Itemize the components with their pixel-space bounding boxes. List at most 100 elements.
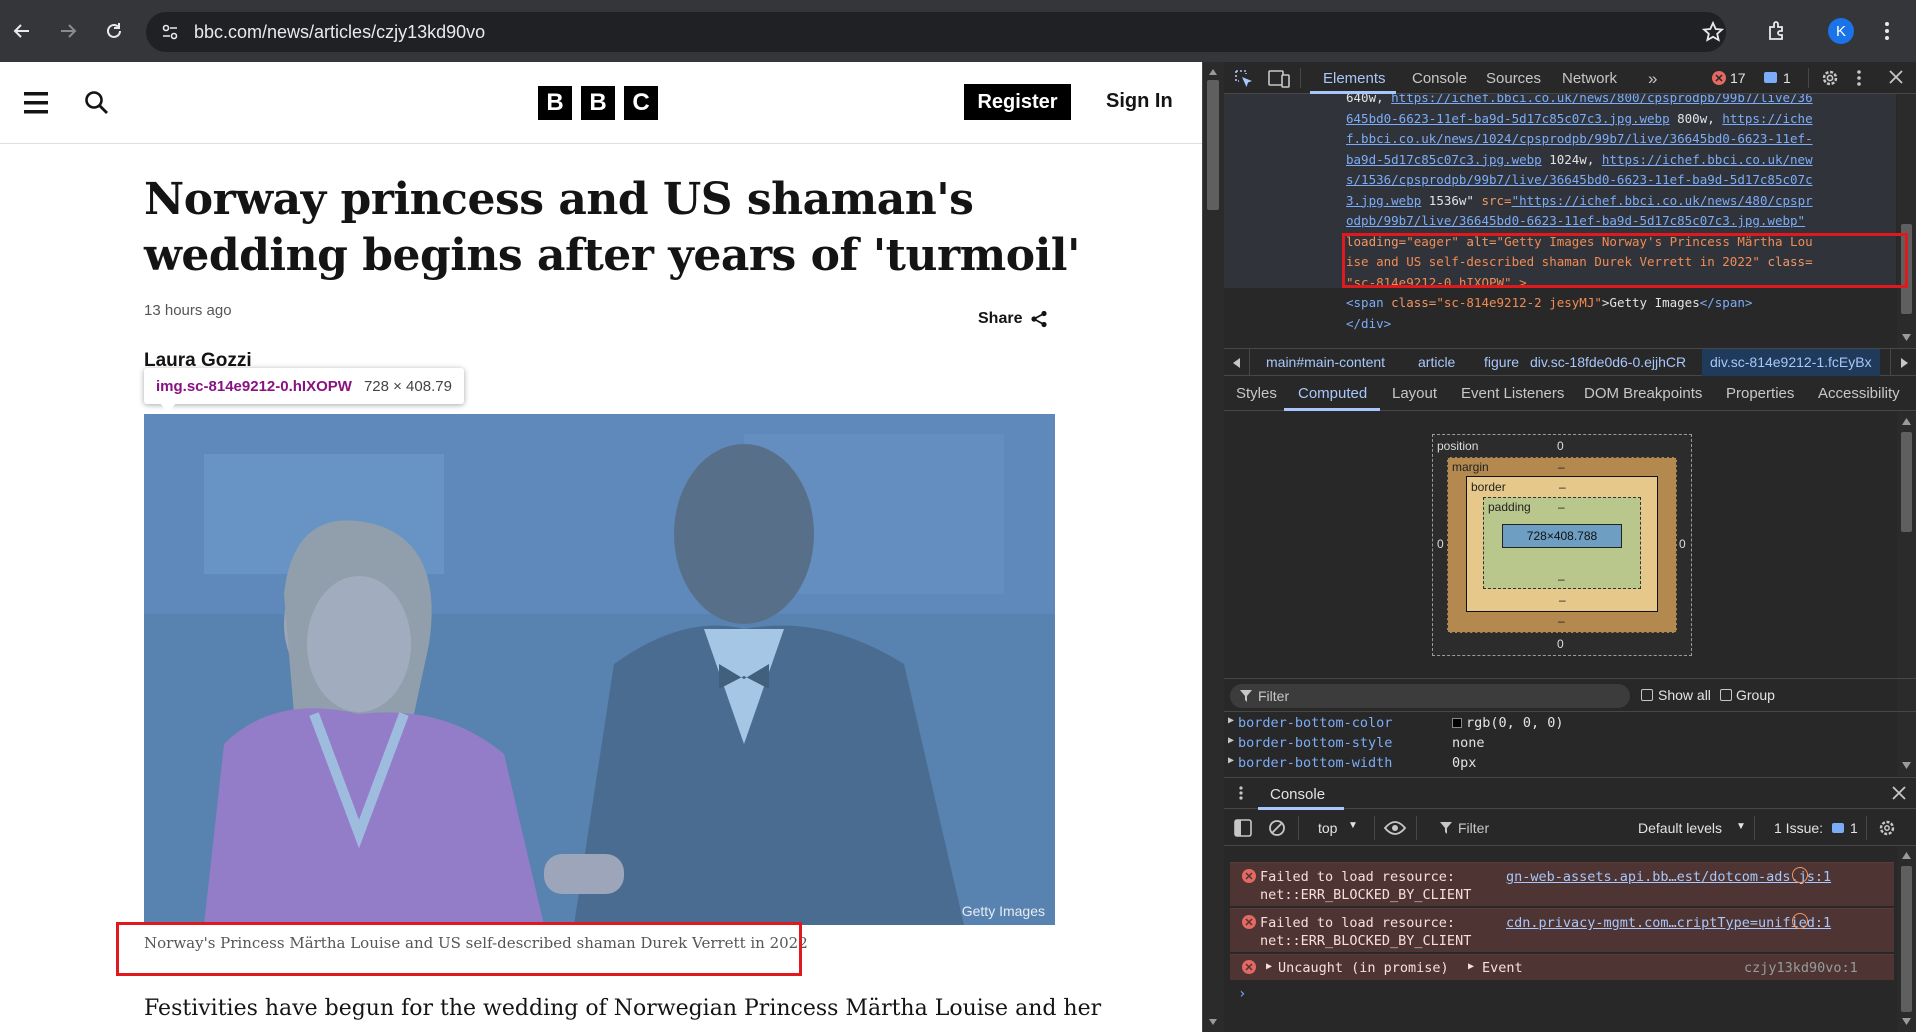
dom-source-line[interactable]: 3.jpg.webp 1536w" src="https://ichef.bbc… (1346, 191, 1813, 212)
dom-source-line[interactable]: s/1536/cpsprodpb/99b7/live/36645bd0-6623… (1346, 170, 1813, 191)
more-tabs-icon[interactable]: » (1648, 69, 1657, 89)
expand-arrow-icon[interactable]: ▶ (1228, 755, 1234, 766)
message-count-icon[interactable] (1764, 72, 1777, 83)
console-scroll-thumb[interactable] (1901, 866, 1912, 1012)
breadcrumb-item[interactable]: div.sc-18fde0d6-0.ejjhCR (1530, 354, 1686, 370)
network-request-icon[interactable] (1792, 867, 1808, 883)
dom-source-line[interactable]: 645bd0-6623-11ef-ba9d-5d17c85c07c3.jpg.w… (1346, 109, 1813, 130)
close-devtools-icon[interactable] (1888, 69, 1904, 85)
device-toolbar-icon[interactable] (1268, 69, 1290, 89)
tab-elements[interactable]: Elements (1323, 70, 1386, 87)
console-filter-input[interactable]: Filter (1458, 820, 1489, 836)
bbc-logo-b1[interactable]: B (538, 86, 572, 120)
settings-gear-icon[interactable] (1820, 68, 1840, 88)
inspect-element-icon[interactable] (1234, 69, 1254, 89)
address-bar[interactable]: bbc.com/news/articles/czjy13kd90vo (146, 12, 1726, 52)
register-button[interactable]: Register (964, 84, 1071, 120)
error-count[interactable]: 17 (1730, 70, 1746, 86)
computed-filter-input[interactable]: Filter (1230, 684, 1630, 708)
page-scroll-thumb[interactable] (1207, 80, 1219, 210)
clear-console-icon[interactable] (1268, 819, 1286, 837)
url-text[interactable]: bbc.com/news/articles/czjy13kd90vo (194, 22, 485, 43)
computed-scroll-thumb[interactable] (1901, 432, 1912, 532)
context-selector[interactable]: top (1318, 820, 1337, 836)
tab-sources[interactable]: Sources (1486, 70, 1541, 87)
console-drawer-tab[interactable]: Console (1270, 786, 1325, 803)
scroll-down-icon[interactable] (1902, 1018, 1911, 1025)
breadcrumb-left-icon[interactable] (1224, 349, 1250, 376)
browser-menu-icon[interactable] (1884, 20, 1890, 42)
expand-arrow-icon[interactable]: ▶ (1468, 961, 1474, 972)
subtab-accessibility[interactable]: Accessibility (1818, 385, 1900, 402)
profile-avatar[interactable]: K (1828, 18, 1854, 44)
expand-arrow-icon[interactable]: ▶ (1266, 961, 1272, 972)
box-content[interactable]: 728×408.788 (1502, 524, 1622, 548)
color-swatch[interactable] (1452, 718, 1462, 728)
page-scrollbar[interactable] (1202, 62, 1224, 1032)
back-icon[interactable] (4, 13, 40, 49)
console-input[interactable] (1254, 982, 1894, 1006)
sign-in-link[interactable]: Sign In (1106, 90, 1173, 113)
bbc-logo-c[interactable]: C (624, 86, 658, 120)
bbc-logo-b2[interactable]: B (581, 86, 615, 120)
dropdown-arrow-icon[interactable]: ▼ (1348, 820, 1358, 831)
issues-count[interactable]: 1 (1850, 820, 1858, 836)
forward-icon[interactable] (50, 13, 86, 49)
message-count[interactable]: 1 (1783, 70, 1791, 86)
search-icon[interactable] (84, 90, 110, 116)
site-info-icon[interactable] (160, 22, 180, 42)
dom-source-line[interactable]: odpb/99b7/live/36645bd0-6623-11ef-ba9d-5… (1346, 211, 1805, 232)
dom-source-line[interactable]: f.bbci.co.uk/news/1024/cpsprodpb/99b7/li… (1346, 129, 1813, 150)
issue-icon[interactable] (1832, 823, 1844, 833)
scroll-up-icon[interactable] (1208, 68, 1218, 76)
show-all-label[interactable]: Show all (1658, 687, 1711, 703)
computed-property-row[interactable]: ▶ border-bottom-style none (1224, 733, 1896, 753)
error-source-link[interactable]: gn-web-assets.api.bb…est/dotcom-ads.js:1 (1506, 869, 1831, 885)
scroll-up-icon[interactable] (1902, 418, 1911, 425)
subtab-styles[interactable]: Styles (1236, 385, 1277, 402)
subtab-computed[interactable]: Computed (1298, 385, 1367, 402)
bookmark-star-icon[interactable] (1702, 21, 1724, 43)
console-scrollbar[interactable] (1897, 846, 1916, 1032)
box-border[interactable]: border – – padding – – 728×408.788 (1466, 476, 1658, 612)
breadcrumb-item[interactable]: main#main-content (1266, 354, 1385, 370)
box-padding[interactable]: padding – – 728×408.788 (1483, 497, 1641, 589)
subtab-layout[interactable]: Layout (1392, 385, 1437, 402)
extensions-icon[interactable] (1766, 20, 1788, 42)
dropdown-arrow-icon[interactable]: ▼ (1736, 821, 1746, 832)
breadcrumb-right-icon[interactable] (1890, 349, 1916, 376)
group-checkbox[interactable] (1720, 689, 1732, 701)
console-error-message[interactable]: ✕ Failed to load resource: net::ERR_BLOC… (1230, 908, 1894, 952)
console-sidebar-icon[interactable] (1234, 819, 1252, 837)
close-drawer-icon[interactable] (1892, 786, 1906, 800)
box-margin[interactable]: margin – – border – – padding – – 728×40… (1447, 457, 1677, 633)
tab-network[interactable]: Network (1562, 70, 1617, 87)
breadcrumb-item[interactable]: article (1418, 354, 1455, 370)
devtools-menu-icon[interactable] (1856, 69, 1862, 87)
network-request-icon[interactable] (1792, 913, 1808, 929)
computed-property-row[interactable]: ▶ border-bottom-width 0px (1224, 753, 1896, 773)
show-all-checkbox[interactable] (1641, 689, 1653, 701)
error-count-icon[interactable]: ✕ (1712, 71, 1726, 85)
article-image[interactable]: Getty Images (144, 414, 1055, 925)
dom-source-line[interactable]: </div> (1346, 314, 1391, 335)
scroll-up-icon[interactable] (1902, 852, 1911, 859)
group-label[interactable]: Group (1736, 687, 1775, 703)
tab-console[interactable]: Console (1412, 70, 1467, 87)
computed-property-row[interactable]: ▶ border-bottom-color rgb(0, 0, 0) (1224, 713, 1896, 733)
share-button[interactable]: Share (978, 310, 1048, 328)
elements-scrollbar[interactable] (1897, 94, 1916, 348)
breadcrumb-item[interactable]: figure (1484, 354, 1519, 370)
scroll-down-icon[interactable] (1902, 334, 1911, 341)
error-source-link[interactable]: cdn.privacy-mgmt.com…criptType=unified:1 (1506, 915, 1831, 931)
expand-arrow-icon[interactable]: ▶ (1228, 735, 1234, 746)
console-prompt-icon[interactable]: › (1238, 986, 1246, 1002)
reload-icon[interactable] (96, 13, 132, 49)
console-error-message[interactable]: ✕ Failed to load resource: net::ERR_BLOC… (1230, 862, 1894, 906)
live-expression-eye-icon[interactable] (1384, 820, 1406, 836)
dom-source-line[interactable]: <span class="sc-814e9212-2 jesyMJ">Getty… (1346, 293, 1752, 314)
expand-arrow-icon[interactable]: ▶ (1228, 715, 1234, 726)
dom-tree[interactable]: 640w, https://ichef.bbci.co.uk/news/800/… (1224, 94, 1916, 348)
scroll-down-icon[interactable] (1208, 1018, 1218, 1026)
subtab-properties[interactable]: Properties (1726, 385, 1794, 402)
